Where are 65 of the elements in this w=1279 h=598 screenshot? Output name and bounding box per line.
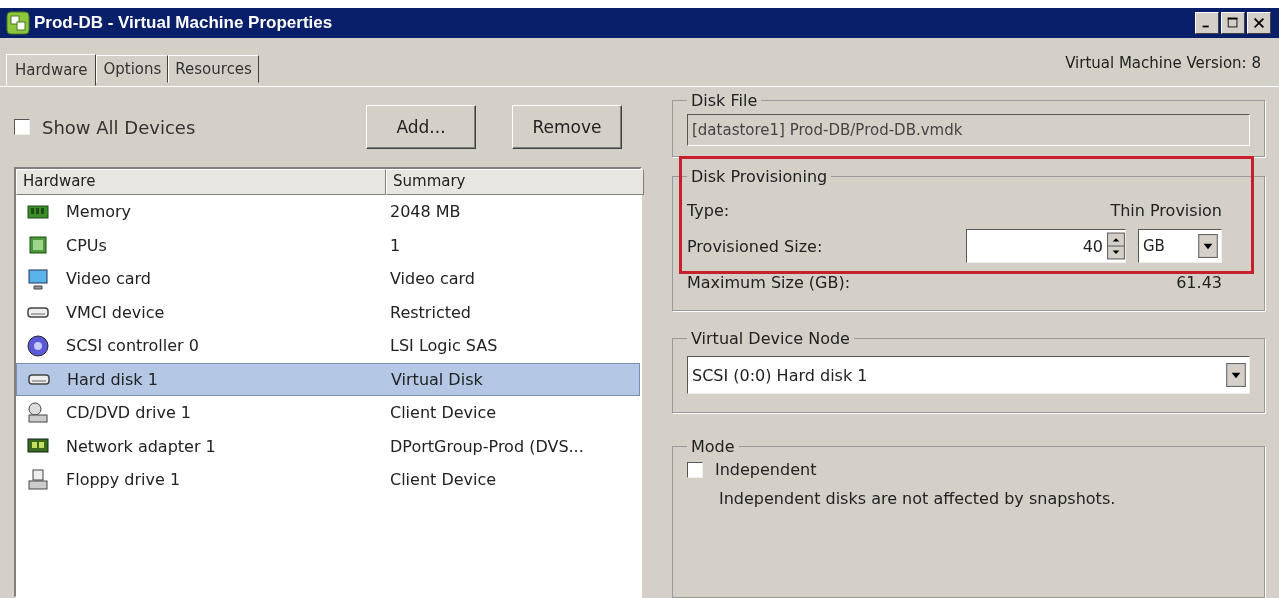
hardware-summary: Restricted	[390, 302, 471, 322]
hardware-row[interactable]: Floppy drive 1 Client Device	[16, 463, 640, 497]
group-title: Disk File	[690, 91, 759, 110]
hardware-row[interactable]: CPUs 1	[16, 228, 640, 262]
spinner-icon[interactable]	[1107, 232, 1125, 260]
close-icon[interactable]	[1252, 16, 1266, 30]
column-header[interactable]: Summary	[386, 169, 644, 195]
column-header[interactable]: Hardware	[16, 169, 386, 195]
disc-icon	[26, 333, 50, 358]
window-title: Prod-DB - Virtual Machine Properties	[34, 13, 334, 33]
hardware-row[interactable]: SCSI controller 0 LSI Logic SAS	[16, 329, 640, 363]
action-button[interactable]: Remove	[512, 105, 622, 149]
hardware-name: Network adapter 1	[66, 436, 216, 456]
tab[interactable]: Resources	[168, 55, 259, 83]
tab[interactable]: Options	[96, 55, 169, 83]
group-title: Disk Provisioning	[690, 167, 829, 186]
group-title: Mode	[690, 437, 736, 456]
hardware-summary: Virtual Disk	[391, 369, 483, 389]
size-spin-field[interactable]: 40	[966, 229, 1126, 263]
close-button[interactable]	[1247, 12, 1271, 34]
type-value: Thin Provision	[1110, 200, 1222, 220]
minimize-button[interactable]	[1195, 12, 1219, 34]
hardware-summary: LSI Logic SAS	[390, 336, 498, 356]
cd-drive-icon	[26, 400, 50, 425]
mode-note: Independent disks are not affected by snapshots.	[719, 489, 1117, 508]
checkbox[interactable]	[14, 119, 30, 135]
size-label: Provisioned Size:	[687, 236, 823, 256]
hardware-summary: Client Device	[390, 470, 497, 490]
max-size-label: Maximum Size (GB):	[687, 272, 851, 292]
app-logo-icon	[6, 11, 30, 35]
monitor-icon	[26, 266, 50, 291]
maximize-button[interactable]	[1221, 12, 1245, 34]
hardware-row[interactable]: Hard disk 1 Virtual Disk	[16, 362, 640, 396]
hardware-summary: DPortGroup-Prod (DVS...	[390, 436, 584, 456]
hardware-name: SCSI controller 0	[66, 336, 199, 356]
hardware-name: Memory	[66, 202, 132, 222]
hardware-row[interactable]: Network adapter 1 DPortGroup-Prod (DVS...	[16, 429, 640, 463]
checkbox-label: Independent	[715, 460, 817, 479]
action-button[interactable]: Add...	[366, 105, 476, 149]
hardware-name: CD/DVD drive 1	[66, 403, 192, 423]
hardware-summary: 2048 MB	[390, 202, 461, 222]
tab[interactable]: Hardware	[6, 54, 97, 86]
device-node-dropdown[interactable]: SCSI (0:0) Hard disk 1	[687, 356, 1250, 394]
type-label: Type:	[687, 200, 730, 220]
hardware-row[interactable]: Video card Video card	[16, 262, 640, 296]
maximize-icon[interactable]	[1226, 16, 1240, 30]
hardware-name: Floppy drive 1	[66, 470, 181, 490]
checkbox-label: Show All Devices	[42, 116, 196, 138]
hardware-name: Video card	[66, 269, 151, 289]
hardware-summary: Video card	[390, 269, 475, 289]
hardware-name: Hard disk 1	[67, 369, 158, 389]
version-label: Virtual Machine Version: 8	[1065, 54, 1262, 74]
checkbox[interactable]	[687, 461, 703, 478]
group-title: Virtual Device Node	[690, 329, 851, 348]
disk-file-field[interactable]: [datastore1] Prod-DB/Prod-DB.vmdk	[687, 114, 1250, 146]
hardware-summary: Client Device	[390, 403, 497, 423]
unit-dropdown[interactable]: GB	[1138, 229, 1222, 263]
hardware-name: VMCI device	[66, 302, 165, 322]
hardware-summary: 1	[390, 235, 401, 255]
max-size-value: 61.43	[1176, 272, 1222, 292]
floppy-drive-icon	[26, 467, 50, 492]
hardware-row[interactable]: Memory 2048 MB	[16, 195, 640, 229]
hardware-row[interactable]: VMCI device Restricted	[16, 295, 640, 329]
hardware-row[interactable]: CD/DVD drive 1 Client Device	[16, 396, 640, 430]
hardware-name: CPUs	[66, 235, 107, 255]
